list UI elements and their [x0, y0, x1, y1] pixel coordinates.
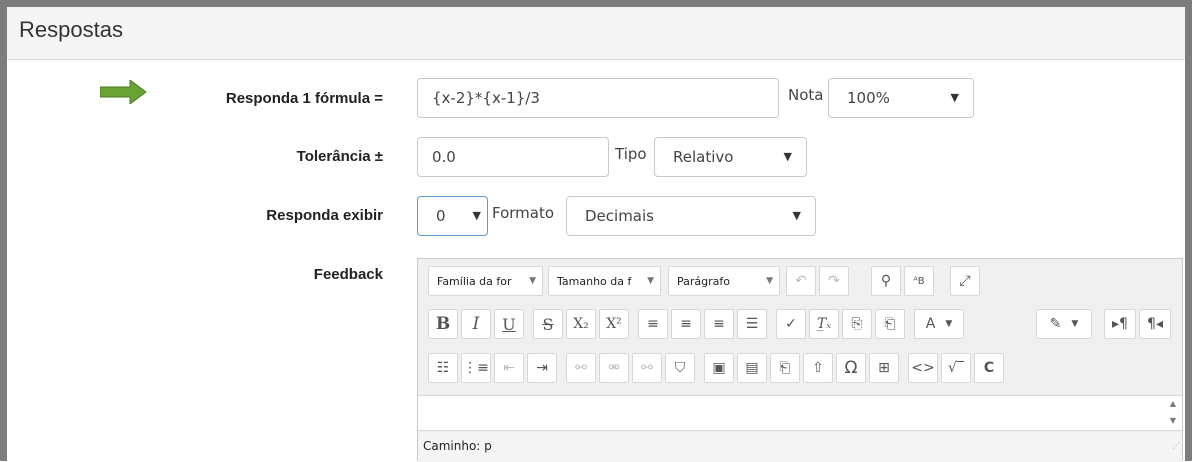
chevron-down-icon: ▼ — [950, 91, 959, 104]
font-family-dropdown[interactable]: Família da for ▼ — [428, 266, 543, 296]
display-value: 0 — [436, 207, 446, 225]
code-icon[interactable]: <> — [908, 353, 938, 383]
text-color-icon[interactable]: A ▼ — [914, 309, 964, 339]
redo-icon[interactable]: ↷ — [819, 266, 849, 296]
omega-icon[interactable]: Ω — [836, 353, 866, 383]
link-disabled-icon[interactable]: ⚯ — [632, 353, 662, 383]
scroll-up-icon[interactable]: ▲ — [1170, 399, 1176, 408]
manage-files-icon[interactable]: ⎗ — [770, 353, 800, 383]
superscript-icon[interactable]: X² — [599, 309, 629, 339]
indent-icon[interactable]: ⇥ — [527, 353, 557, 383]
format-value: Decimais — [585, 207, 654, 225]
display-select[interactable]: 0 ▼ — [417, 196, 488, 236]
chevron-down-icon: ▼ — [783, 150, 792, 163]
format-label: Formato — [492, 204, 555, 222]
chevron-down-icon: ▼ — [766, 276, 773, 286]
type-value: Relativo — [673, 148, 734, 166]
feedback-edit-area[interactable]: ▲ ▼ — [418, 395, 1182, 431]
fullscreen-icon[interactable]: ⤢ — [950, 266, 980, 296]
remove-format-icon[interactable]: T̲ₓ — [809, 309, 839, 339]
unlink-icon[interactable]: ⚮ — [599, 353, 629, 383]
resize-grip-icon[interactable]: ⋰ — [1172, 432, 1180, 460]
feedback-label: Feedback — [313, 266, 383, 283]
section-header: Respostas — [7, 7, 1185, 60]
image-icon[interactable]: ▣ — [704, 353, 734, 383]
tolerance-input[interactable]: 0.0 — [417, 137, 609, 177]
italic-icon[interactable]: I — [461, 309, 491, 339]
formula-label: Responda 1 fórmula = — [225, 90, 383, 107]
tolerance-label: Tolerância ± — [296, 148, 383, 165]
section-title: Respostas — [19, 17, 123, 42]
feedback-editor: Família da for ▼ Tamanho da f ▼ Parágrafo ▼… — [417, 258, 1183, 462]
spellcheck-icon[interactable]: ᴬB — [904, 266, 934, 296]
green-arrow-icon — [100, 80, 147, 104]
editor-path[interactable]: Caminho: p — [423, 439, 492, 453]
table-icon[interactable]: ⊞ — [869, 353, 899, 383]
scroll-down-icon[interactable]: ▼ — [1170, 416, 1176, 425]
bullet-list-icon[interactable]: ☷ — [428, 353, 458, 383]
ltr-icon[interactable]: ▸¶ — [1104, 309, 1136, 339]
strikethrough-icon[interactable]: S — [533, 309, 563, 339]
format-select[interactable]: Decimais ▼ — [566, 196, 816, 236]
chemistry-icon[interactable]: C — [974, 353, 1004, 383]
underline-icon[interactable]: U — [494, 309, 524, 339]
clear-formatting-icon[interactable]: ✓ — [776, 309, 806, 339]
subscript-icon[interactable]: X₂ — [566, 309, 596, 339]
numbered-list-icon[interactable]: ⋮≡ — [461, 353, 491, 383]
bold-icon[interactable]: B — [428, 309, 458, 339]
type-label: Tipo — [615, 145, 647, 163]
grade-label: Nota — [788, 86, 824, 104]
grade-value: 100% — [847, 89, 890, 107]
chevron-down-icon: ▼ — [472, 209, 481, 222]
find-icon[interactable]: ⚲ — [871, 266, 901, 296]
bookmark-icon[interactable]: ⛉ — [665, 353, 695, 383]
align-left-icon[interactable]: ≡ — [638, 309, 668, 339]
paste-word-icon[interactable]: ⎗ — [875, 309, 905, 339]
font-size-dropdown[interactable]: Tamanho da f ▼ — [548, 266, 661, 296]
display-label: Responda exibir — [266, 207, 383, 224]
paragraph-dropdown[interactable]: Parágrafo ▼ — [668, 266, 780, 296]
type-select[interactable]: Relativo ▼ — [654, 137, 807, 177]
paste-text-icon[interactable]: ⎘ — [842, 309, 872, 339]
link-icon[interactable]: ⚯ — [566, 353, 596, 383]
chevron-down-icon: ▼ — [792, 209, 801, 222]
chevron-down-icon: ▼ — [647, 276, 654, 286]
background-color-icon[interactable]: ✎ ▼ — [1036, 309, 1092, 339]
outdent-icon[interactable]: ⇤ — [494, 353, 524, 383]
rtl-icon[interactable]: ¶◂ — [1139, 309, 1171, 339]
grade-select[interactable]: 100% ▼ — [828, 78, 974, 118]
chevron-down-icon: ▼ — [529, 276, 536, 286]
editor-statusbar: Caminho: p ⋰ — [418, 432, 1182, 462]
undo-icon[interactable]: ↶ — [786, 266, 816, 296]
align-center-icon[interactable]: ≡ — [671, 309, 701, 339]
align-right-icon[interactable]: ≡ — [704, 309, 734, 339]
align-justify-icon[interactable]: ☰ — [737, 309, 767, 339]
formula-input[interactable]: {x-2}*{x-1}/3 — [417, 78, 779, 118]
media-icon[interactable]: ▤ — [737, 353, 767, 383]
upload-icon[interactable]: ⇧ — [803, 353, 833, 383]
equation-icon[interactable]: √‾ — [941, 353, 971, 383]
